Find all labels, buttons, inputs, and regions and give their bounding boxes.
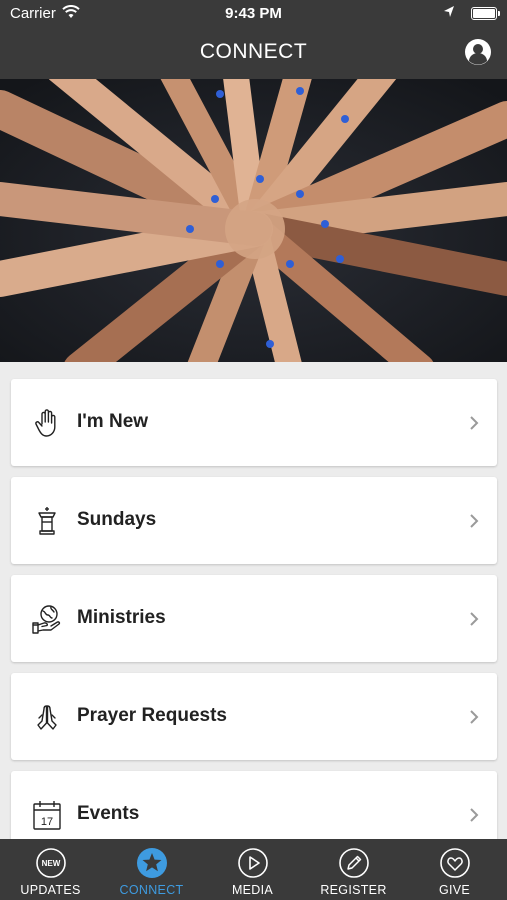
hand-wave-icon [35,409,56,437]
chevron-right-icon [470,416,479,430]
chevron-right-icon [470,710,479,724]
tab-bar: NEW UPDATES CONNECT MEDIA REGISTER GIVE [0,839,507,900]
connect-menu: I'm New Sundays Ministries Prayer Reques… [0,362,507,839]
tab-label: REGISTER [320,883,387,897]
pencil-icon [339,848,369,878]
chevron-right-icon [470,612,479,626]
pulpit-icon [38,507,56,535]
tab-label: MEDIA [231,883,274,897]
menu-item-ministries[interactable]: Ministries [11,575,497,662]
menu-item-events[interactable]: 17 Events [11,771,497,839]
calendar-icon: 17 [33,801,61,830]
praying-hands-icon [37,705,57,730]
tab-register[interactable]: REGISTER [303,839,404,900]
battery-icon [471,7,500,20]
star-icon [137,848,167,878]
menu-item-label: Ministries [77,607,166,628]
tab-label: GIVE [438,883,471,897]
menu-item-label: Prayer Requests [77,705,227,726]
new-badge-text: NEW [42,859,61,868]
tab-label: CONNECT [119,883,184,897]
profile-icon[interactable] [464,38,492,66]
tab-connect[interactable]: CONNECT [101,839,202,900]
tab-give[interactable]: GIVE [404,839,507,900]
menu-item-label: Events [77,803,140,824]
menu-item-label: Sundays [77,509,157,530]
calendar-day: 17 [41,816,53,828]
new-badge-icon: NEW [36,848,66,878]
chevron-right-icon [470,514,479,528]
nav-bar: CONNECT [0,28,507,79]
chevron-right-icon [470,808,479,822]
menu-item-prayer-requests[interactable]: Prayer Requests [11,673,497,760]
globe-hand-icon [32,605,61,634]
hands-together-photo [0,79,507,362]
menu-item-im-new[interactable]: I'm New [11,379,497,466]
menu-item-label: I'm New [77,411,149,432]
status-time: 9:43 PM [225,5,282,22]
tab-label: UPDATES [20,883,81,897]
tab-updates[interactable]: NEW UPDATES [0,839,101,900]
tab-media[interactable]: MEDIA [202,839,303,900]
play-icon [238,848,268,878]
page-title: CONNECT [199,40,308,63]
status-bar: Carrier 9:43 PM [0,0,507,28]
heart-icon [440,848,470,878]
location-arrow-icon [444,6,454,17]
menu-item-sundays[interactable]: Sundays [11,477,497,564]
hero-image [0,79,507,362]
